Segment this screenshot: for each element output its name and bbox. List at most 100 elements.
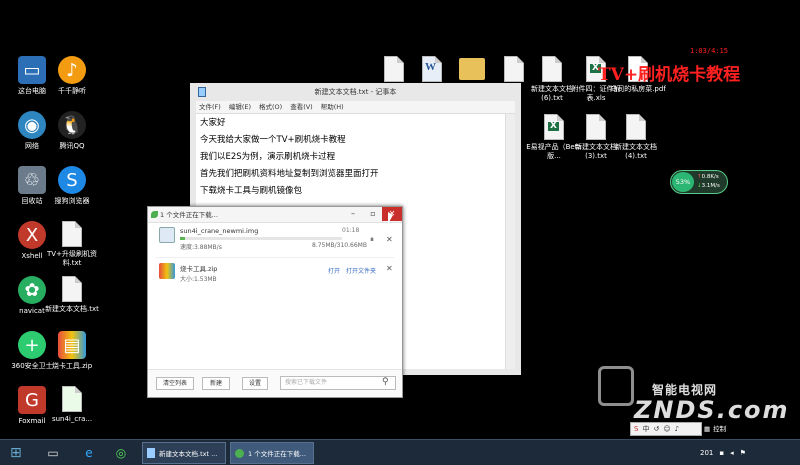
cancel-download-button[interactable]: ✕: [386, 235, 393, 244]
desktop-icon-qq[interactable]: 🐧 腾讯QQ: [44, 111, 100, 151]
zip-icon: ▤: [58, 331, 86, 359]
desktop-icon-tv-upgrade-txt[interactable]: TV+升级刷机资料.txt: [44, 221, 100, 268]
ime-toolbar[interactable]: S 中 ↺ ☺ ♪: [630, 422, 702, 436]
download-titlebar[interactable]: 1 个文件正在下载... – ▫ ✕: [148, 207, 402, 223]
desktop-icon-new-txt-4[interactable]: 新建文本文档 (4).txt: [608, 114, 664, 161]
360-icon: +: [18, 331, 46, 359]
maximize-button[interactable]: ▫: [364, 207, 382, 221]
download-item-zip[interactable]: 烧卡工具.zip 大小:1.53MB 打开 打开文件夹 ✕: [156, 261, 394, 291]
recycle-bin-icon: ♲: [18, 166, 46, 194]
new-download-button[interactable]: 新建: [202, 377, 230, 390]
open-link[interactable]: 打开: [328, 266, 340, 275]
system-tray: 201 ▪ ◂ ⚑: [700, 442, 746, 464]
download-window[interactable]: 1 个文件正在下载... – ▫ ✕ sun4i_crane_newmi.img…: [147, 206, 403, 398]
settings-button[interactable]: 设置: [242, 377, 268, 390]
menu-help[interactable]: 帮助(H): [321, 101, 344, 113]
word-file-icon: [422, 56, 442, 82]
notepad-icon: [147, 448, 155, 458]
desktop-icon-burn-tool-zip[interactable]: ▤ 烧卡工具.zip: [44, 331, 100, 371]
text-line: 首先我们把刷机资料地址复制到浏览器里面打开: [200, 169, 379, 179]
download-size-text: 8.75MB/310.66MB: [312, 242, 367, 249]
network-tray-icon[interactable]: ▪: [719, 449, 724, 457]
watermark-bottom: ZNDS.com: [634, 396, 790, 424]
video-timestamp: 1:03/4:15: [690, 47, 728, 55]
progress-bar: [180, 237, 342, 240]
folder-icon: [459, 58, 485, 80]
text-file-icon: [62, 276, 82, 302]
menu-edit[interactable]: 编辑(E): [229, 101, 251, 113]
navicat-icon: ✿: [18, 276, 46, 304]
text-file-icon: [586, 114, 606, 140]
task-notepad[interactable]: 新建文本文档.txt ...: [142, 442, 226, 464]
file-explorer-icon[interactable]: ▭: [42, 442, 64, 464]
notepad-scrollbar[interactable]: [505, 114, 515, 369]
computer-icon: ▭: [18, 56, 46, 84]
text-line: 今天我给大家做一个TV+刷机烧卡教程: [200, 135, 346, 145]
internet-explorer-icon[interactable]: e: [78, 442, 100, 464]
tv-logo-icon: [598, 366, 634, 406]
tutorial-title: TV+刷机烧卡教程: [598, 65, 741, 85]
notepad-titlebar[interactable]: 新建文本文档.txt - 记事本: [196, 83, 515, 101]
sogou-browser-icon: S: [58, 166, 86, 194]
clock[interactable]: 201: [700, 449, 713, 457]
search-icon[interactable]: ⚲: [382, 377, 389, 387]
volume-tray-icon[interactable]: ◂: [730, 449, 734, 457]
excel-file-icon: [544, 114, 564, 140]
qq-icon: 🐧: [58, 111, 86, 139]
download-speed-text: 速度:3.88MB/s: [180, 244, 222, 251]
menu-view[interactable]: 查看(V): [290, 101, 313, 113]
notepad-menubar: 文件(F) 编辑(E) 格式(O) 查看(V) 帮助(H): [196, 101, 515, 114]
text-line: 大家好: [200, 118, 226, 128]
time-remaining: 01:18: [342, 227, 360, 234]
ime-punct-icon: ↺: [653, 425, 660, 433]
clear-list-button[interactable]: 清空列表: [156, 377, 194, 390]
search-input[interactable]: 搜索已下载文件: [280, 376, 396, 390]
open-folder-link[interactable]: 打开文件夹: [346, 266, 376, 275]
network-icon: ◉: [18, 111, 46, 139]
desktop-icon-sogou[interactable]: S 搜狗浏览器: [44, 166, 100, 206]
menu-format[interactable]: 格式(O): [259, 101, 282, 113]
pause-button[interactable]: ⏸: [370, 235, 374, 245]
sogou-ime-icon: S: [634, 425, 639, 433]
text-file-icon: [504, 56, 524, 82]
mouse-cursor-icon: [388, 212, 393, 224]
360-browser-icon[interactable]: ◎: [110, 442, 132, 464]
ime-mode-icon: 中: [642, 425, 650, 433]
upload-speed: ↑0.8K/s: [697, 174, 719, 180]
download-item-img[interactable]: sun4i_crane_newmi.img 01:18 速度:3.88MB/s …: [156, 225, 394, 255]
notepad-icon: [198, 87, 206, 97]
leaf-icon: [151, 211, 158, 218]
xshell-icon: X: [18, 221, 46, 249]
foxmail-icon: G: [18, 386, 46, 414]
desktop-icon-new-txt[interactable]: 新建文本文档.txt: [44, 276, 100, 314]
file-size-text: 大小:1.53MB: [180, 276, 217, 283]
start-button[interactable]: ⊞: [10, 442, 22, 464]
tray-grid-icon: ▦: [704, 425, 711, 433]
progress-fill: [180, 237, 185, 240]
tray-overflow[interactable]: ▦ 控制: [704, 422, 726, 436]
tray-label: 控制: [713, 425, 727, 433]
ime-emoji-icon: ☺: [663, 425, 671, 433]
text-file-icon: [626, 114, 646, 140]
minimize-button[interactable]: –: [344, 207, 362, 221]
text-file-icon: [62, 221, 82, 247]
img-file-icon: [62, 386, 82, 412]
notepad-title: 新建文本文档.txt - 记事本: [314, 88, 397, 96]
disk-image-icon: [159, 227, 175, 243]
file-name: 烧卡工具.zip: [180, 265, 218, 273]
text-line: 我们以E2S为例，演示刷机烧卡过程: [200, 152, 336, 162]
download-title: 1 个文件正在下载...: [160, 211, 218, 219]
desktop-icon-ttplayer[interactable]: ♪ 千千静听: [44, 56, 100, 96]
text-file-icon: [384, 56, 404, 82]
desktop: ▭ 这台电脑 ♪ 千千静听 ◉ 网络 🐧 腾讯QQ ♲ 回收站 S 搜狗浏览器 …: [0, 0, 800, 465]
task-download[interactable]: 1 个文件正在下载...: [230, 442, 314, 464]
desktop-icon-sun4i-img[interactable]: sun4i_cra...: [44, 386, 100, 424]
download-speed: ↓3.1M/s: [697, 183, 720, 189]
flag-tray-icon[interactable]: ⚑: [740, 449, 746, 457]
network-speed-widget[interactable]: 53% ↑0.8K/s ↓3.1M/s: [670, 170, 728, 194]
remove-item-button[interactable]: ✕: [386, 264, 393, 273]
file-name: sun4i_crane_newmi.img: [180, 227, 259, 235]
text-file-icon: [542, 56, 562, 82]
menu-file[interactable]: 文件(F): [199, 101, 221, 113]
ttplayer-icon: ♪: [58, 56, 86, 84]
